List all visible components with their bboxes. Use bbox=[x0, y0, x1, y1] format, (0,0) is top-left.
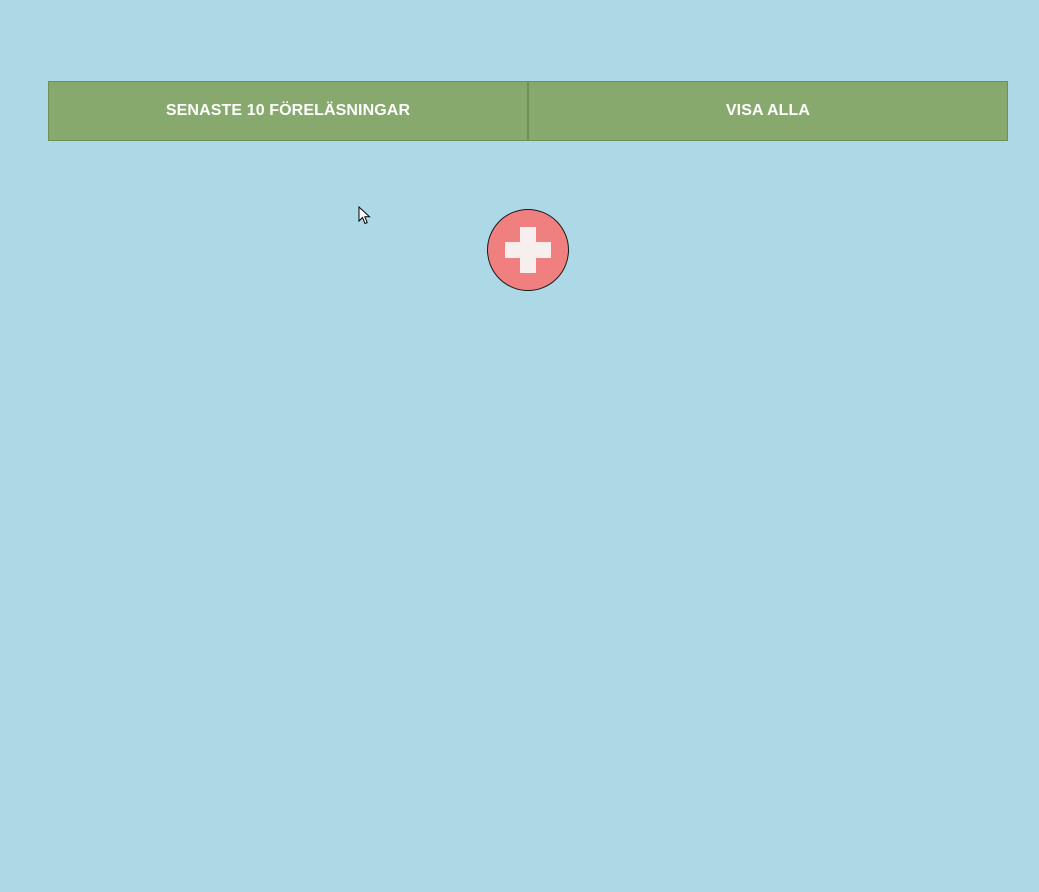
mouse-cursor-icon bbox=[358, 206, 371, 225]
tab-show-all[interactable]: VISA ALLA bbox=[529, 81, 1008, 141]
plus-icon bbox=[505, 227, 551, 273]
tab-latest-lectures-label: SENASTE 10 FÖRELÄSNINGAR bbox=[165, 102, 411, 119]
tab-latest-lectures[interactable]: SENASTE 10 FÖRELÄSNINGAR bbox=[48, 81, 529, 141]
add-lecture-button[interactable] bbox=[487, 209, 569, 291]
tab-show-all-label: VISA ALLA bbox=[725, 102, 811, 119]
tab-bar: SENASTE 10 FÖRELÄSNINGAR VISA ALLA bbox=[48, 81, 1008, 141]
